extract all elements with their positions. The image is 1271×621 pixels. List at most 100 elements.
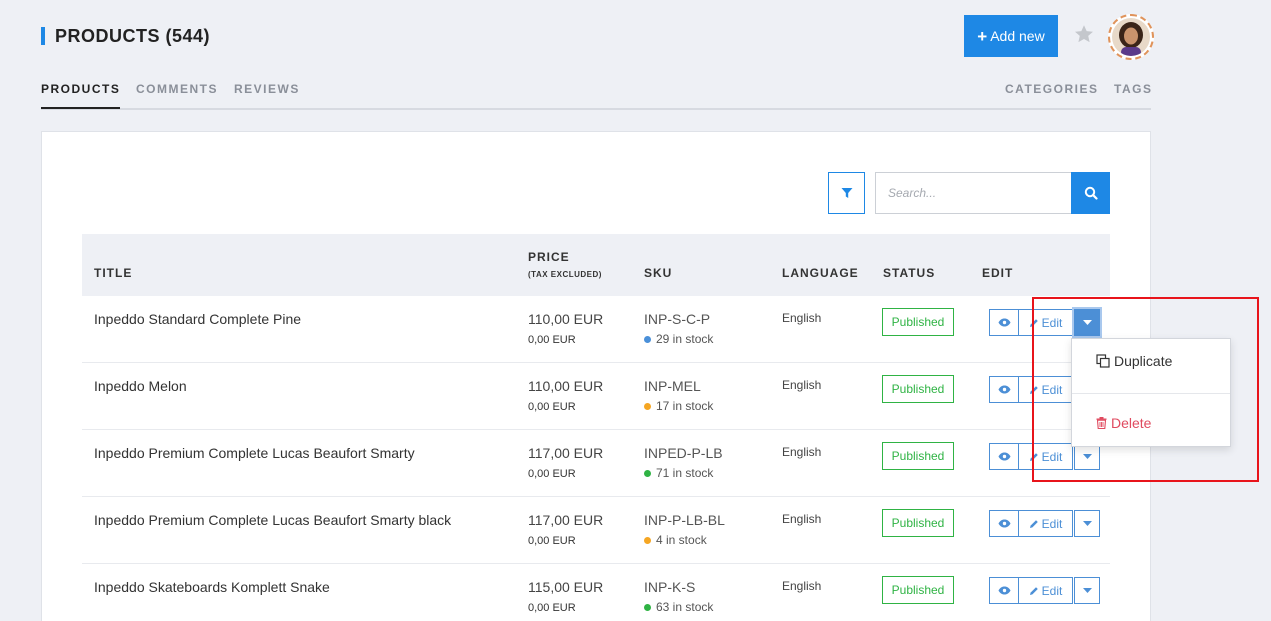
- th-edit: EDIT: [982, 266, 1014, 280]
- delete-menu-item[interactable]: Delete: [1096, 415, 1151, 431]
- product-sku: INP-S-C-P: [644, 311, 711, 327]
- eye-icon: [998, 586, 1010, 595]
- copy-icon: [1096, 354, 1110, 368]
- product-stock: 71 in stock: [644, 466, 713, 480]
- stock-dot-icon: [644, 603, 651, 611]
- product-sku: INP-K-S: [644, 579, 696, 595]
- edit-button[interactable]: Edit: [1019, 376, 1073, 403]
- stock-label: 4 in stock: [656, 533, 707, 547]
- product-title[interactable]: Inpeddo Premium Complete Lucas Beaufort …: [94, 512, 451, 528]
- actions-dropdown-menu: Duplicate Delete: [1071, 338, 1231, 447]
- product-language: English: [782, 311, 822, 325]
- title-accent-bar: [41, 27, 45, 45]
- view-button[interactable]: [989, 443, 1019, 470]
- edit-button[interactable]: Edit: [1019, 510, 1073, 537]
- status-badge: Published: [882, 576, 954, 604]
- status-badge: Published: [882, 308, 954, 336]
- stock-dot-icon: [644, 536, 651, 544]
- edit-button[interactable]: Edit: [1019, 309, 1073, 336]
- page-header: PRODUCTS (544): [41, 24, 210, 48]
- stock-label: 63 in stock: [656, 600, 714, 614]
- table-row: Inpeddo Standard Complete Pine 110,00 EU…: [82, 296, 1110, 363]
- product-language: English: [782, 512, 822, 526]
- view-button[interactable]: [989, 309, 1019, 336]
- table-row: Inpeddo Melon 110,00 EUR 0,00 EUR INP-ME…: [82, 363, 1110, 430]
- products-table: TITLE PRICE (TAX EXCLUDED) SKU LANGUAGE …: [82, 234, 1110, 621]
- stock-label: 29 in stock: [656, 332, 714, 346]
- eye-icon: [998, 519, 1010, 528]
- search-input[interactable]: [875, 172, 1072, 214]
- tabs-bar: PRODUCTS COMMENTS REVIEWS CATEGORIES TAG…: [41, 72, 1151, 110]
- status-badge: Published: [882, 509, 954, 537]
- add-new-button[interactable]: + Add new: [964, 15, 1058, 57]
- add-new-label: Add new: [990, 28, 1045, 44]
- product-title[interactable]: Inpeddo Standard Complete Pine: [94, 311, 301, 327]
- caret-down-icon: [1082, 588, 1092, 593]
- product-price-tax: 0,00 EUR: [528, 535, 576, 547]
- stock-label: 71 in stock: [656, 466, 714, 480]
- product-stock: 4 in stock: [644, 533, 707, 547]
- search-button[interactable]: [1071, 172, 1110, 214]
- tab-tags[interactable]: TAGS: [1114, 82, 1152, 107]
- edit-label: Edit: [1041, 516, 1063, 531]
- th-sku: SKU: [644, 266, 673, 280]
- product-title[interactable]: Inpeddo Melon: [94, 378, 187, 394]
- avatar[interactable]: [1108, 14, 1154, 60]
- caret-down-icon: [1082, 320, 1092, 325]
- filter-icon: [841, 188, 852, 198]
- view-button[interactable]: [989, 376, 1019, 403]
- caret-down-icon: [1082, 521, 1092, 526]
- view-button[interactable]: [989, 577, 1019, 604]
- more-actions-button[interactable]: [1074, 443, 1100, 470]
- tab-reviews[interactable]: REVIEWS: [234, 82, 300, 107]
- edit-label: Edit: [1041, 382, 1063, 397]
- trash-icon: [1096, 417, 1107, 429]
- more-actions-button[interactable]: [1074, 510, 1100, 537]
- products-card: TITLE PRICE (TAX EXCLUDED) SKU LANGUAGE …: [41, 131, 1151, 621]
- duplicate-label: Duplicate: [1114, 353, 1173, 369]
- status-badge: Published: [882, 375, 954, 403]
- product-price: 115,00 EUR: [528, 579, 604, 595]
- edit-label: Edit: [1041, 315, 1063, 330]
- row-actions: Edit: [989, 577, 1100, 604]
- page-title: PRODUCTS (544): [55, 25, 211, 46]
- tab-comments[interactable]: COMMENTS: [136, 82, 218, 107]
- product-stock: 29 in stock: [644, 332, 713, 346]
- stock-label: 17 in stock: [656, 399, 714, 413]
- duplicate-menu-item[interactable]: Duplicate: [1096, 353, 1172, 369]
- eye-icon: [998, 318, 1010, 327]
- product-price: 110,00 EUR: [528, 378, 604, 394]
- th-price-sub: (TAX EXCLUDED): [528, 270, 602, 279]
- th-language: LANGUAGE: [782, 266, 859, 280]
- pencil-icon: [1029, 318, 1038, 327]
- table-row: Inpeddo Skateboards Komplett Snake 115,0…: [82, 564, 1110, 621]
- product-language: English: [782, 445, 822, 459]
- plus-icon: +: [977, 26, 988, 46]
- star-icon[interactable]: [1073, 23, 1095, 45]
- product-title[interactable]: Inpeddo Skateboards Komplett Snake: [94, 579, 330, 595]
- row-actions: Edit: [989, 309, 1100, 336]
- eye-icon: [998, 452, 1010, 461]
- more-actions-button[interactable]: [1074, 577, 1100, 604]
- product-price-tax: 0,00 EUR: [528, 468, 576, 480]
- view-button[interactable]: [989, 510, 1019, 537]
- status-badge: Published: [882, 442, 954, 470]
- edit-label: Edit: [1041, 583, 1063, 598]
- pencil-icon: [1029, 452, 1038, 461]
- product-title[interactable]: Inpeddo Premium Complete Lucas Beaufort …: [94, 445, 415, 461]
- table-row: Inpeddo Premium Complete Lucas Beaufort …: [82, 430, 1110, 497]
- edit-button[interactable]: Edit: [1019, 443, 1073, 470]
- tab-products[interactable]: PRODUCTS: [41, 82, 121, 109]
- product-stock: 63 in stock: [644, 600, 713, 614]
- th-status: STATUS: [883, 266, 936, 280]
- pencil-icon: [1029, 385, 1038, 394]
- product-sku: INPED-P-LB: [644, 445, 723, 461]
- edit-button[interactable]: Edit: [1019, 577, 1073, 604]
- stock-dot-icon: [644, 402, 651, 410]
- stock-dot-icon: [644, 469, 651, 477]
- filter-button[interactable]: [828, 172, 865, 214]
- dropdown-divider: [1072, 393, 1230, 394]
- more-actions-button[interactable]: [1074, 309, 1100, 336]
- table-row: Inpeddo Premium Complete Lucas Beaufort …: [82, 497, 1110, 564]
- tab-categories[interactable]: CATEGORIES: [1005, 82, 1098, 107]
